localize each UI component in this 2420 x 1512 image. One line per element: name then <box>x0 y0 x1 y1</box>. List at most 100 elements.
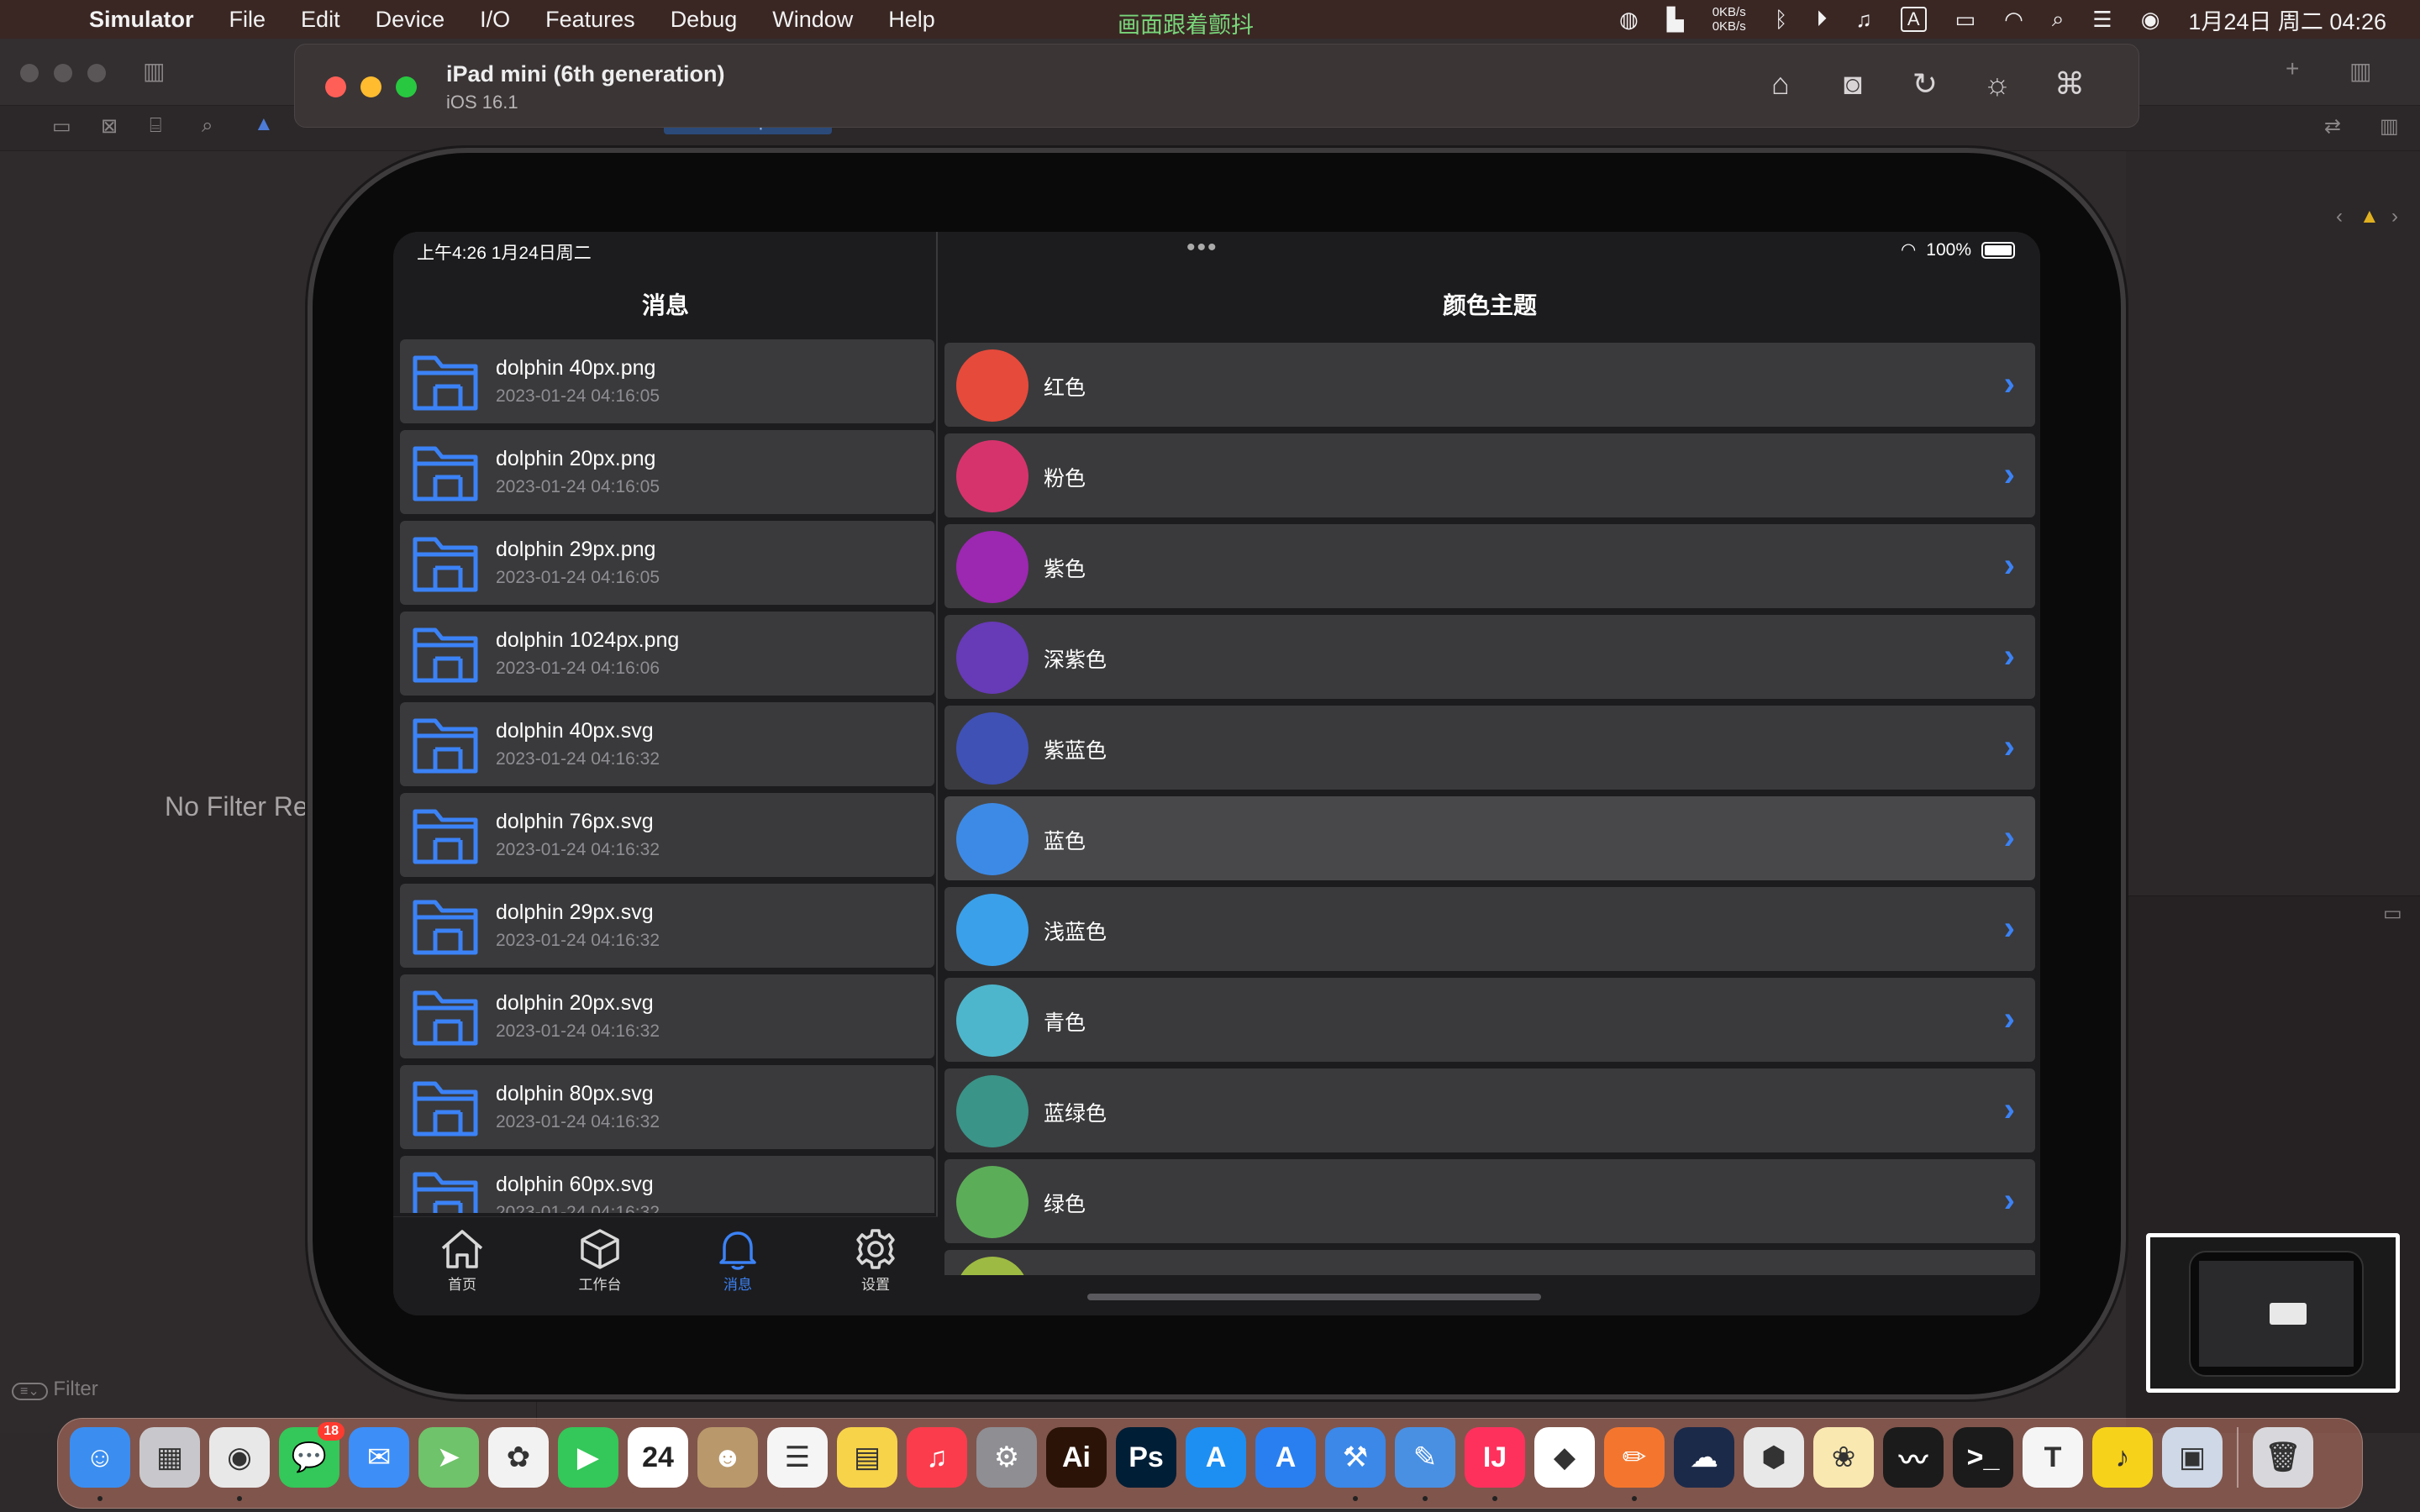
menu-window[interactable]: Window <box>755 7 871 33</box>
music-icon[interactable]: ♫ <box>907 1427 967 1488</box>
chat-icon[interactable]: ☁ <box>1674 1427 1734 1488</box>
xcode-icon[interactable]: ⚒ <box>1325 1427 1386 1501</box>
find-icon[interactable]: ⌕ <box>202 114 213 138</box>
launchpad-icon[interactable]: ▦ <box>139 1427 200 1488</box>
color-list[interactable]: 红色 › 粉色 › 紫色 › 深紫色 › 紫蓝色 › 蓝色 › 浅蓝色 › 青色 › 蓝绿色 › 绿色 › › <box>944 343 2035 1275</box>
file-list[interactable]: dolphin 40px.png 2023-01-24 04:16:05 dolph… <box>400 339 934 1213</box>
file-row[interactable]: dolphin 1024px.png 2023-01-24 04:16:06 <box>400 612 934 696</box>
file-row[interactable]: dolphin 29px.svg 2023-01-24 04:16:32 <box>400 884 934 968</box>
appearance-icon[interactable]: ☼ <box>1981 66 2014 102</box>
menu-device[interactable]: Device <box>358 7 463 33</box>
play-circle-icon[interactable]: ⏵ <box>1816 6 1827 33</box>
activity-icon[interactable]: 〰 <box>1883 1427 1944 1488</box>
file-row[interactable]: dolphin 40px.png 2023-01-24 04:16:05 <box>400 339 934 423</box>
reminders-icon[interactable]: ☰ <box>767 1427 828 1488</box>
cat-icon[interactable]: ▙ <box>1667 7 1684 33</box>
menu-features[interactable]: Features <box>528 7 653 33</box>
home-icon[interactable]: ⌂ <box>1764 66 1797 102</box>
rotate-icon[interactable]: ↻ <box>1908 66 1942 102</box>
trash-icon[interactable]: 🗑 <box>2253 1427 2313 1488</box>
instruments-icon[interactable]: A <box>1255 1427 1316 1488</box>
file-row[interactable]: dolphin 40px.svg 2023-01-24 04:16:32 <box>400 702 934 786</box>
color-row[interactable]: 绿色 › <box>944 1159 2035 1243</box>
photos-icon[interactable]: ✿ <box>488 1427 549 1488</box>
terminal-icon[interactable]: >_ <box>1953 1427 2013 1488</box>
xcode-minimize-button[interactable] <box>54 64 72 82</box>
mail-icon[interactable]: ✉ <box>349 1427 409 1488</box>
wifi-icon[interactable]: ◠ <box>2004 7 2023 33</box>
color-row[interactable]: 紫色 › <box>944 524 2035 608</box>
menu-edit[interactable]: Edit <box>283 7 358 33</box>
globe-icon[interactable]: ◍ <box>1619 7 1639 33</box>
file-row[interactable]: dolphin 76px.svg 2023-01-24 04:16:32 <box>400 793 934 877</box>
appstore-icon[interactable]: A <box>1186 1427 1246 1488</box>
contacts-icon[interactable]: ☻ <box>697 1427 758 1488</box>
zoom-button[interactable] <box>396 76 417 97</box>
menu-file[interactable]: File <box>212 7 284 33</box>
split-editor-icon[interactable]: ▥ <box>2380 114 2399 139</box>
color-row[interactable]: 红色 › <box>944 343 2035 427</box>
maps-icon[interactable]: ➤ <box>418 1427 479 1488</box>
nav-forward-icon[interactable]: › <box>2391 205 2398 228</box>
menu-io[interactable]: I/O <box>462 7 528 33</box>
menu-app-name[interactable]: Simulator <box>66 7 212 33</box>
color-row[interactable]: 深紫色 › <box>944 615 2035 699</box>
menubar-clock[interactable]: 1月24日 周二 04:26 <box>2188 3 2386 36</box>
hexagon-icon[interactable]: ⬢ <box>1744 1427 1804 1488</box>
folder-icon[interactable]: ▭ <box>52 114 71 139</box>
color-row[interactable]: 紫蓝色 › <box>944 706 2035 790</box>
color-row[interactable]: 粉色 › <box>944 433 2035 517</box>
inspector-toggle-icon[interactable]: ▥ <box>2349 57 2371 85</box>
qqmusic-icon[interactable]: ♪ <box>2092 1427 2153 1488</box>
hierarchy-icon[interactable]: ⌸ <box>150 114 161 138</box>
illustrator-icon[interactable]: Ai <box>1046 1427 1107 1488</box>
airpods-icon[interactable]: ♫ <box>1855 7 1872 33</box>
intellij-icon[interactable]: IJ <box>1465 1427 1525 1501</box>
source-control-icon[interactable]: ⊠ <box>101 114 118 139</box>
warning-icon[interactable]: ▲ <box>254 113 274 136</box>
reality-icon[interactable]: ◆ <box>1534 1427 1595 1488</box>
typora-icon[interactable]: T <box>2023 1427 2083 1488</box>
color-row[interactable]: 青色 › <box>944 978 2035 1062</box>
tab-home[interactable]: 首页 <box>412 1226 513 1294</box>
xcode-close-button[interactable] <box>20 64 39 82</box>
add-icon[interactable]: + <box>2286 55 2299 82</box>
finder-icon[interactable]: ☺ <box>70 1427 130 1501</box>
facetime-icon[interactable]: ▶ <box>558 1427 618 1488</box>
filter-field[interactable]: ≡⌄ Filter <box>12 1378 98 1401</box>
bluetooth-icon[interactable]: ᛒ <box>1775 7 1788 33</box>
menu-help[interactable]: Help <box>871 7 953 33</box>
calendar-icon[interactable]: 24 <box>628 1427 688 1488</box>
screenshot-thumbnail[interactable] <box>2146 1233 2400 1393</box>
swap-icon[interactable]: ⇄ <box>2324 114 2341 139</box>
file-row[interactable]: dolphin 20px.png 2023-01-24 04:16:05 <box>400 430 934 514</box>
notes-icon[interactable]: ▤ <box>837 1427 897 1488</box>
tab-settings[interactable]: 设置 <box>825 1226 926 1294</box>
messages-icon[interactable]: 💬 18 <box>279 1422 345 1488</box>
xcode-zoom-button[interactable] <box>87 64 106 82</box>
color-row[interactable]: › <box>944 1250 2035 1275</box>
spotlight-search-icon[interactable]: ⌕ <box>2052 6 2065 33</box>
multitasking-dots-icon[interactable]: ••• <box>1186 234 1218 262</box>
settings-icon[interactable]: ⚙ <box>976 1427 1037 1488</box>
debug-area-toggle-icon[interactable]: ▭ <box>2383 901 2402 926</box>
nav-back-icon[interactable]: ‹ <box>2336 205 2343 228</box>
screenshot-icon[interactable]: ◙ <box>1836 66 1870 102</box>
file-row[interactable]: dolphin 20px.svg 2023-01-24 04:16:32 <box>400 974 934 1058</box>
tab-messages[interactable]: 消息 <box>687 1226 788 1294</box>
navicat-icon[interactable]: ❀ <box>1813 1427 1874 1488</box>
color-row[interactable]: 浅蓝色 › <box>944 887 2035 971</box>
command-icon[interactable]: ⌘ <box>2053 66 2086 102</box>
file-row[interactable]: dolphin 80px.svg 2023-01-24 04:16:32 <box>400 1065 934 1149</box>
control-center-icon[interactable]: ☰ <box>2092 7 2112 33</box>
file-row[interactable]: dolphin 29px.png 2023-01-24 04:16:05 <box>400 521 934 605</box>
preview-icon[interactable]: ▣ <box>2162 1427 2223 1488</box>
color-row[interactable]: 蓝绿色 › <box>944 1068 2035 1152</box>
battery-charging-icon[interactable]: ▭ <box>1955 7 1976 33</box>
input-source-icon[interactable]: A <box>1900 7 1927 32</box>
photoshop-icon[interactable]: Ps <box>1116 1427 1176 1488</box>
tab-workbench[interactable]: 工作台 <box>550 1226 650 1294</box>
close-button[interactable] <box>325 76 346 97</box>
sidebar-toggle-icon[interactable]: ▥ <box>143 57 165 85</box>
color-row[interactable]: 蓝色 › <box>944 796 2035 880</box>
